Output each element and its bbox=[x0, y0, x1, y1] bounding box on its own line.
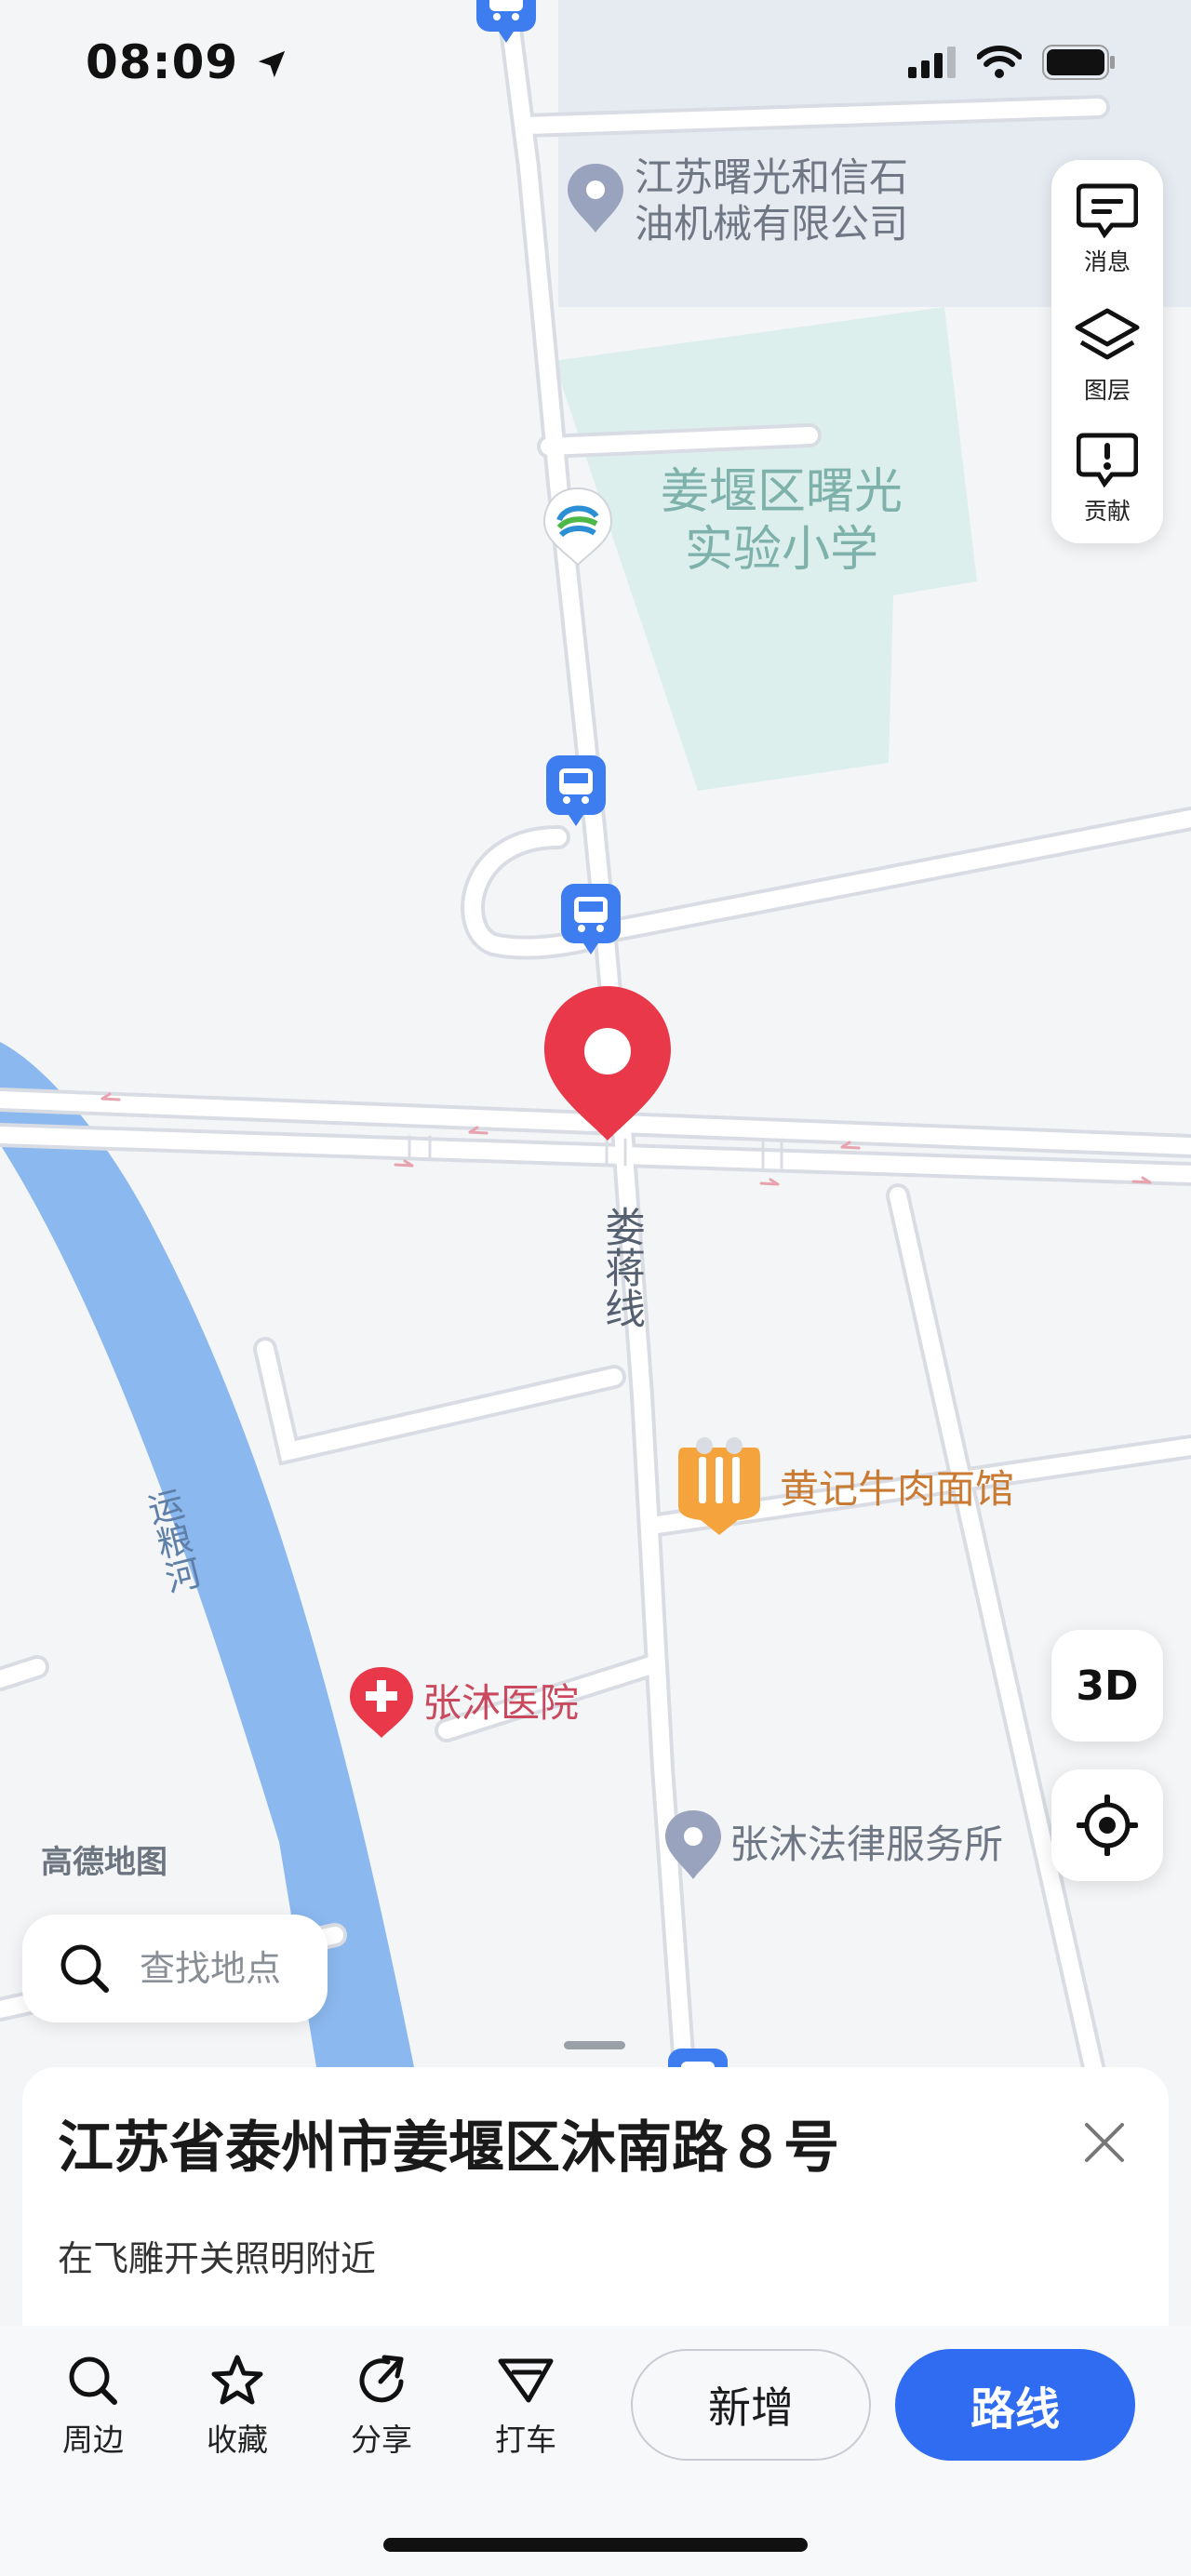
map-tools-panel: 消息 图层 贡献 bbox=[1051, 160, 1163, 543]
poi-label-line: 油机械有限公司 bbox=[635, 201, 909, 247]
hospital-icon[interactable] bbox=[350, 1667, 413, 1738]
poi-label-restaurant[interactable]: 黄记牛肉面馆 bbox=[780, 1466, 1014, 1513]
route-label: 路线 bbox=[970, 2383, 1060, 2436]
add-label: 新增 bbox=[708, 2382, 794, 2433]
share-button[interactable]: 分享 bbox=[326, 2354, 437, 2460]
route-button[interactable]: 路线 bbox=[895, 2349, 1135, 2461]
message-icon bbox=[1077, 183, 1138, 238]
locate-me-button[interactable] bbox=[1051, 1769, 1163, 1881]
star-icon bbox=[211, 2355, 263, 2405]
area-label-line: 姜堰区曙光 bbox=[660, 464, 903, 520]
messages-button[interactable]: 消息 bbox=[1051, 167, 1163, 288]
poi-label-company[interactable]: 江苏曙光和信石 油机械有限公司 bbox=[635, 154, 908, 247]
nearby-button[interactable]: 周边 bbox=[37, 2354, 149, 2460]
bus-stop-icon[interactable] bbox=[476, 0, 536, 43]
map-watermark: 高德地图 bbox=[41, 1844, 167, 1881]
poi-label-law-firm[interactable]: 张沐法律服务所 bbox=[729, 1822, 1003, 1868]
location-arrow-icon bbox=[258, 50, 285, 78]
search-bar[interactable] bbox=[22, 1915, 328, 2022]
home-indicator[interactable] bbox=[383, 2538, 808, 2552]
area-label-school[interactable]: 姜堰区曙光 实验小学 bbox=[642, 463, 921, 579]
layers-button[interactable]: 图层 bbox=[1051, 292, 1163, 413]
search-icon bbox=[60, 1944, 109, 1993]
area-label-line: 实验小学 bbox=[684, 522, 878, 578]
status-time-text: 08:09 bbox=[86, 35, 239, 89]
3d-view-label: 3D bbox=[1076, 1662, 1139, 1710]
contribute-button[interactable]: 贡献 bbox=[1051, 417, 1163, 538]
battery-icon bbox=[1042, 45, 1115, 80]
poi-label-hospital[interactable]: 张沐医院 bbox=[422, 1680, 579, 1727]
place-nearby: 在飞雕开关照明附近 bbox=[58, 2238, 377, 2279]
status-icons bbox=[908, 45, 1117, 80]
search-icon bbox=[69, 2356, 117, 2405]
taxi-label: 打车 bbox=[495, 2422, 556, 2458]
feedback-icon bbox=[1077, 433, 1138, 487]
nearby-label: 周边 bbox=[62, 2422, 124, 2458]
share-label: 分享 bbox=[351, 2422, 412, 2458]
locate-icon bbox=[1077, 1795, 1138, 1856]
3d-view-button[interactable]: 3D bbox=[1051, 1630, 1163, 1742]
favorite-label: 收藏 bbox=[207, 2422, 268, 2458]
wifi-icon bbox=[977, 46, 1022, 78]
layers-label: 图层 bbox=[1083, 377, 1131, 404]
cellular-signal-icon bbox=[908, 47, 956, 78]
search-input[interactable] bbox=[138, 1947, 328, 1990]
poi-label-line: 江苏曙光和信石 bbox=[635, 154, 909, 200]
messages-label: 消息 bbox=[1083, 248, 1131, 275]
layers-icon bbox=[1075, 308, 1140, 360]
status-time: 08:09 bbox=[86, 35, 288, 89]
contribute-label: 贡献 bbox=[1083, 498, 1131, 525]
add-button[interactable]: 新增 bbox=[631, 2349, 871, 2461]
taxi-icon bbox=[498, 2358, 554, 2403]
road-label: 娄蒋线 bbox=[597, 1206, 645, 1328]
share-icon bbox=[359, 2355, 404, 2403]
place-card: 江苏省泰州市姜堰区沐南路８号 在飞雕开关照明附近 bbox=[22, 2067, 1169, 2328]
river bbox=[0, 1042, 414, 2067]
place-address: 江苏省泰州市姜堰区沐南路８号 bbox=[58, 2116, 839, 2181]
taxi-button[interactable]: 打车 bbox=[470, 2354, 582, 2460]
sheet-grabber[interactable] bbox=[564, 2041, 625, 2049]
favorite-button[interactable]: 收藏 bbox=[181, 2354, 293, 2460]
close-icon[interactable] bbox=[1077, 2116, 1131, 2169]
